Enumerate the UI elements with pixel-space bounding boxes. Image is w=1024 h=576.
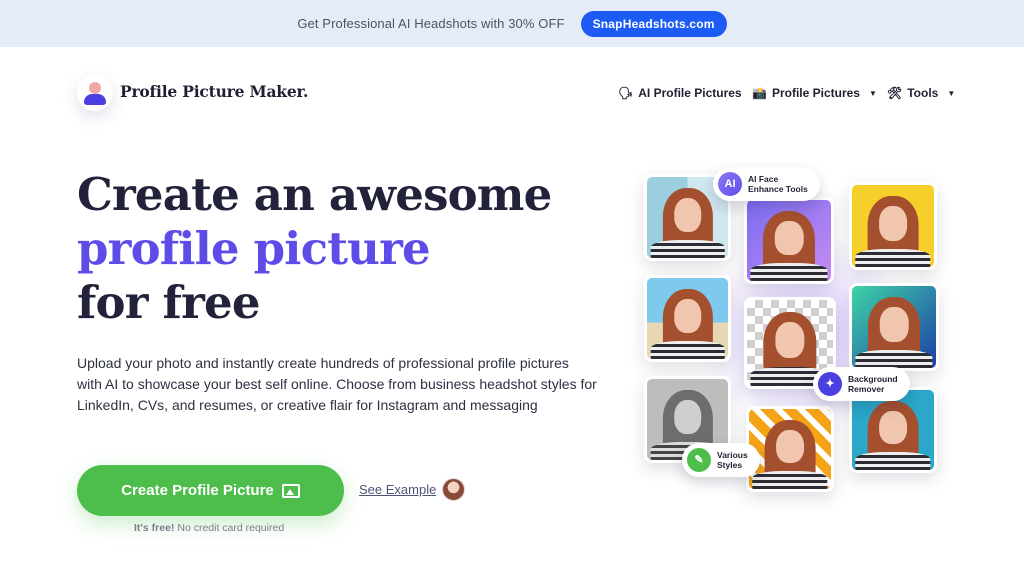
background-remover-tag: ✦ Background Remover — [813, 367, 910, 401]
portrait-tile — [849, 283, 939, 371]
hero-title: Create an awesome profile picture for fr… — [77, 168, 552, 330]
ai-head-icon: 🗣 — [618, 86, 634, 100]
tag-line: Remover — [848, 384, 885, 394]
portrait-tile — [746, 406, 834, 492]
tag-line: Enhance Tools — [748, 184, 808, 194]
free-note-rest: No credit card required — [177, 522, 285, 534]
magic-wand-icon: ✦ — [818, 372, 842, 396]
portrait-tile — [849, 182, 937, 270]
caret-down-icon: ▼ — [868, 88, 877, 98]
profile-collage: AI AI Face Enhance Tools ✦ Background Remo… — [630, 160, 960, 500]
brush-icon: ✎ — [687, 448, 711, 472]
tools-icon: 🛠 — [887, 86, 903, 100]
promo-button[interactable]: SnapHeadshots.com — [580, 10, 727, 37]
portrait-tile — [744, 197, 834, 284]
nav-item-profile-pictures[interactable]: 📸 Profile Pictures ▼ — [752, 86, 877, 100]
caret-down-icon: ▼ — [947, 88, 956, 98]
free-note-strong: It's free! — [134, 522, 175, 534]
see-example-link[interactable]: See Example — [359, 482, 436, 497]
tag-line: Background — [848, 374, 898, 384]
hero-description: Upload your photo and instantly create h… — [77, 355, 597, 413]
hero-title-line3: for free — [77, 276, 260, 329]
free-note: It's free! No credit card required — [134, 522, 284, 534]
ai-face-enhance-tag: AI AI Face Enhance Tools — [713, 167, 820, 201]
image-icon — [281, 483, 300, 498]
brand-name[interactable]: Profile Picture Maker. — [120, 82, 308, 101]
portrait-tile — [644, 275, 731, 362]
nav-label: Tools — [907, 86, 939, 100]
tag-line: Styles — [717, 460, 743, 470]
nav-label: Profile Pictures — [771, 86, 860, 100]
ai-badge-icon: AI — [718, 172, 742, 196]
promo-text: Get Professional AI Headshots with 30% O… — [297, 16, 565, 31]
logo-icon[interactable] — [77, 75, 113, 111]
hero-title-line2: profile picture — [77, 222, 431, 275]
various-styles-tag: ✎ Various Styles — [682, 443, 760, 477]
tag-line: AI Face — [748, 174, 779, 184]
example-avatar[interactable] — [442, 478, 465, 501]
promo-banner: Get Professional AI Headshots with 30% O… — [0, 0, 1024, 47]
nav-item-tools[interactable]: 🛠 Tools ▼ — [887, 86, 955, 100]
create-profile-picture-button[interactable]: Create Profile Picture — [77, 465, 344, 516]
tag-line: Various — [717, 450, 748, 460]
nav-label: AI Profile Pictures — [638, 86, 742, 100]
nav-item-ai-profile-pictures[interactable]: 🗣 AI Profile Pictures — [618, 86, 742, 100]
hero-title-line1: Create an awesome — [77, 168, 552, 221]
cta-label: Create Profile Picture — [121, 482, 274, 499]
camera-icon: 📸 — [752, 86, 767, 100]
